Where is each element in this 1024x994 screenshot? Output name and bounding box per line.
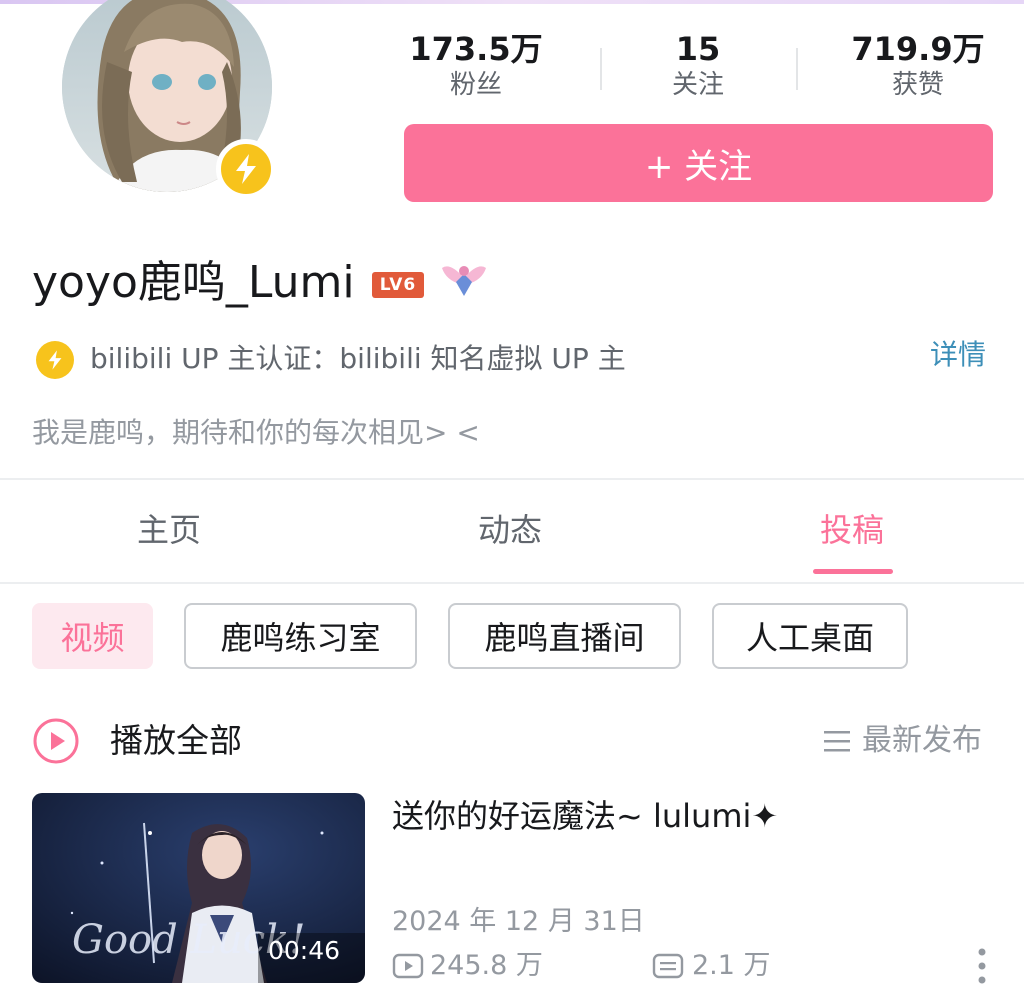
video-title[interactable]: 送你的好运魔法~ lulumi✦ <box>392 790 778 842</box>
view-count-value: 245.8 万 <box>430 950 543 981</box>
following-label: 关注 <box>671 70 724 100</box>
view-count: 245.8 万 <box>392 944 543 988</box>
play-circle-icon[interactable] <box>32 717 80 765</box>
comment-count: 2.1 万 <box>652 944 771 988</box>
filter-live-room[interactable]: 鹿鸣直播间 <box>448 603 681 669</box>
wing-medal-icon[interactable] <box>440 258 488 306</box>
verified-badge-icon <box>216 139 276 199</box>
more-options-icon[interactable] <box>975 946 989 986</box>
likes-count: 719.9万 <box>851 30 985 68</box>
list-icon <box>824 731 850 752</box>
video-date: 2024 年 12 月 31日 <box>392 906 645 937</box>
tabs-divider <box>0 582 1024 584</box>
stat-divider <box>796 48 798 90</box>
sort-label: 最新发布 <box>862 723 982 758</box>
tab-home[interactable]: 主页 <box>69 505 269 555</box>
verification-text: bilibili UP 主认证：bilibili 知名虚拟 UP 主 <box>90 342 626 375</box>
username: yoyo鹿鸣_Lumi <box>32 257 355 308</box>
section-divider <box>0 478 1024 480</box>
following-stat[interactable]: 15 关注 <box>598 30 798 102</box>
following-count: 15 <box>675 30 721 68</box>
video-duration: 00:46 <box>268 936 341 965</box>
active-tab-indicator <box>813 569 893 574</box>
tab-dynamics[interactable]: 动态 <box>410 505 610 555</box>
detail-link[interactable]: 详情 <box>930 334 986 376</box>
tab-submissions[interactable]: 投稿 <box>752 505 952 555</box>
fans-label: 粉丝 <box>449 70 502 100</box>
likes-label: 获赞 <box>891 70 944 100</box>
sort-menu[interactable]: 最新发布 <box>822 718 982 764</box>
verified-small-icon <box>36 341 74 379</box>
level-badge: LV6 <box>372 272 424 298</box>
fans-count: 173.5万 <box>409 30 543 68</box>
play-all-label[interactable]: 播放全部 <box>110 715 242 767</box>
play-count-icon <box>392 953 424 979</box>
filter-video[interactable]: 视频 <box>32 603 153 669</box>
comment-count-value: 2.1 万 <box>692 950 771 981</box>
fans-stat[interactable]: 173.5万 粉丝 <box>376 30 576 102</box>
filter-desktop[interactable]: 人工桌面 <box>712 603 908 669</box>
follow-button[interactable]: + 关注 <box>404 124 993 202</box>
likes-stat[interactable]: 719.9万 获赞 <box>818 30 1018 102</box>
bio-text: 我是鹿鸣，期待和你的每次相见> < <box>32 416 480 449</box>
comment-icon <box>652 953 684 979</box>
filter-practice-room[interactable]: 鹿鸣练习室 <box>184 603 417 669</box>
